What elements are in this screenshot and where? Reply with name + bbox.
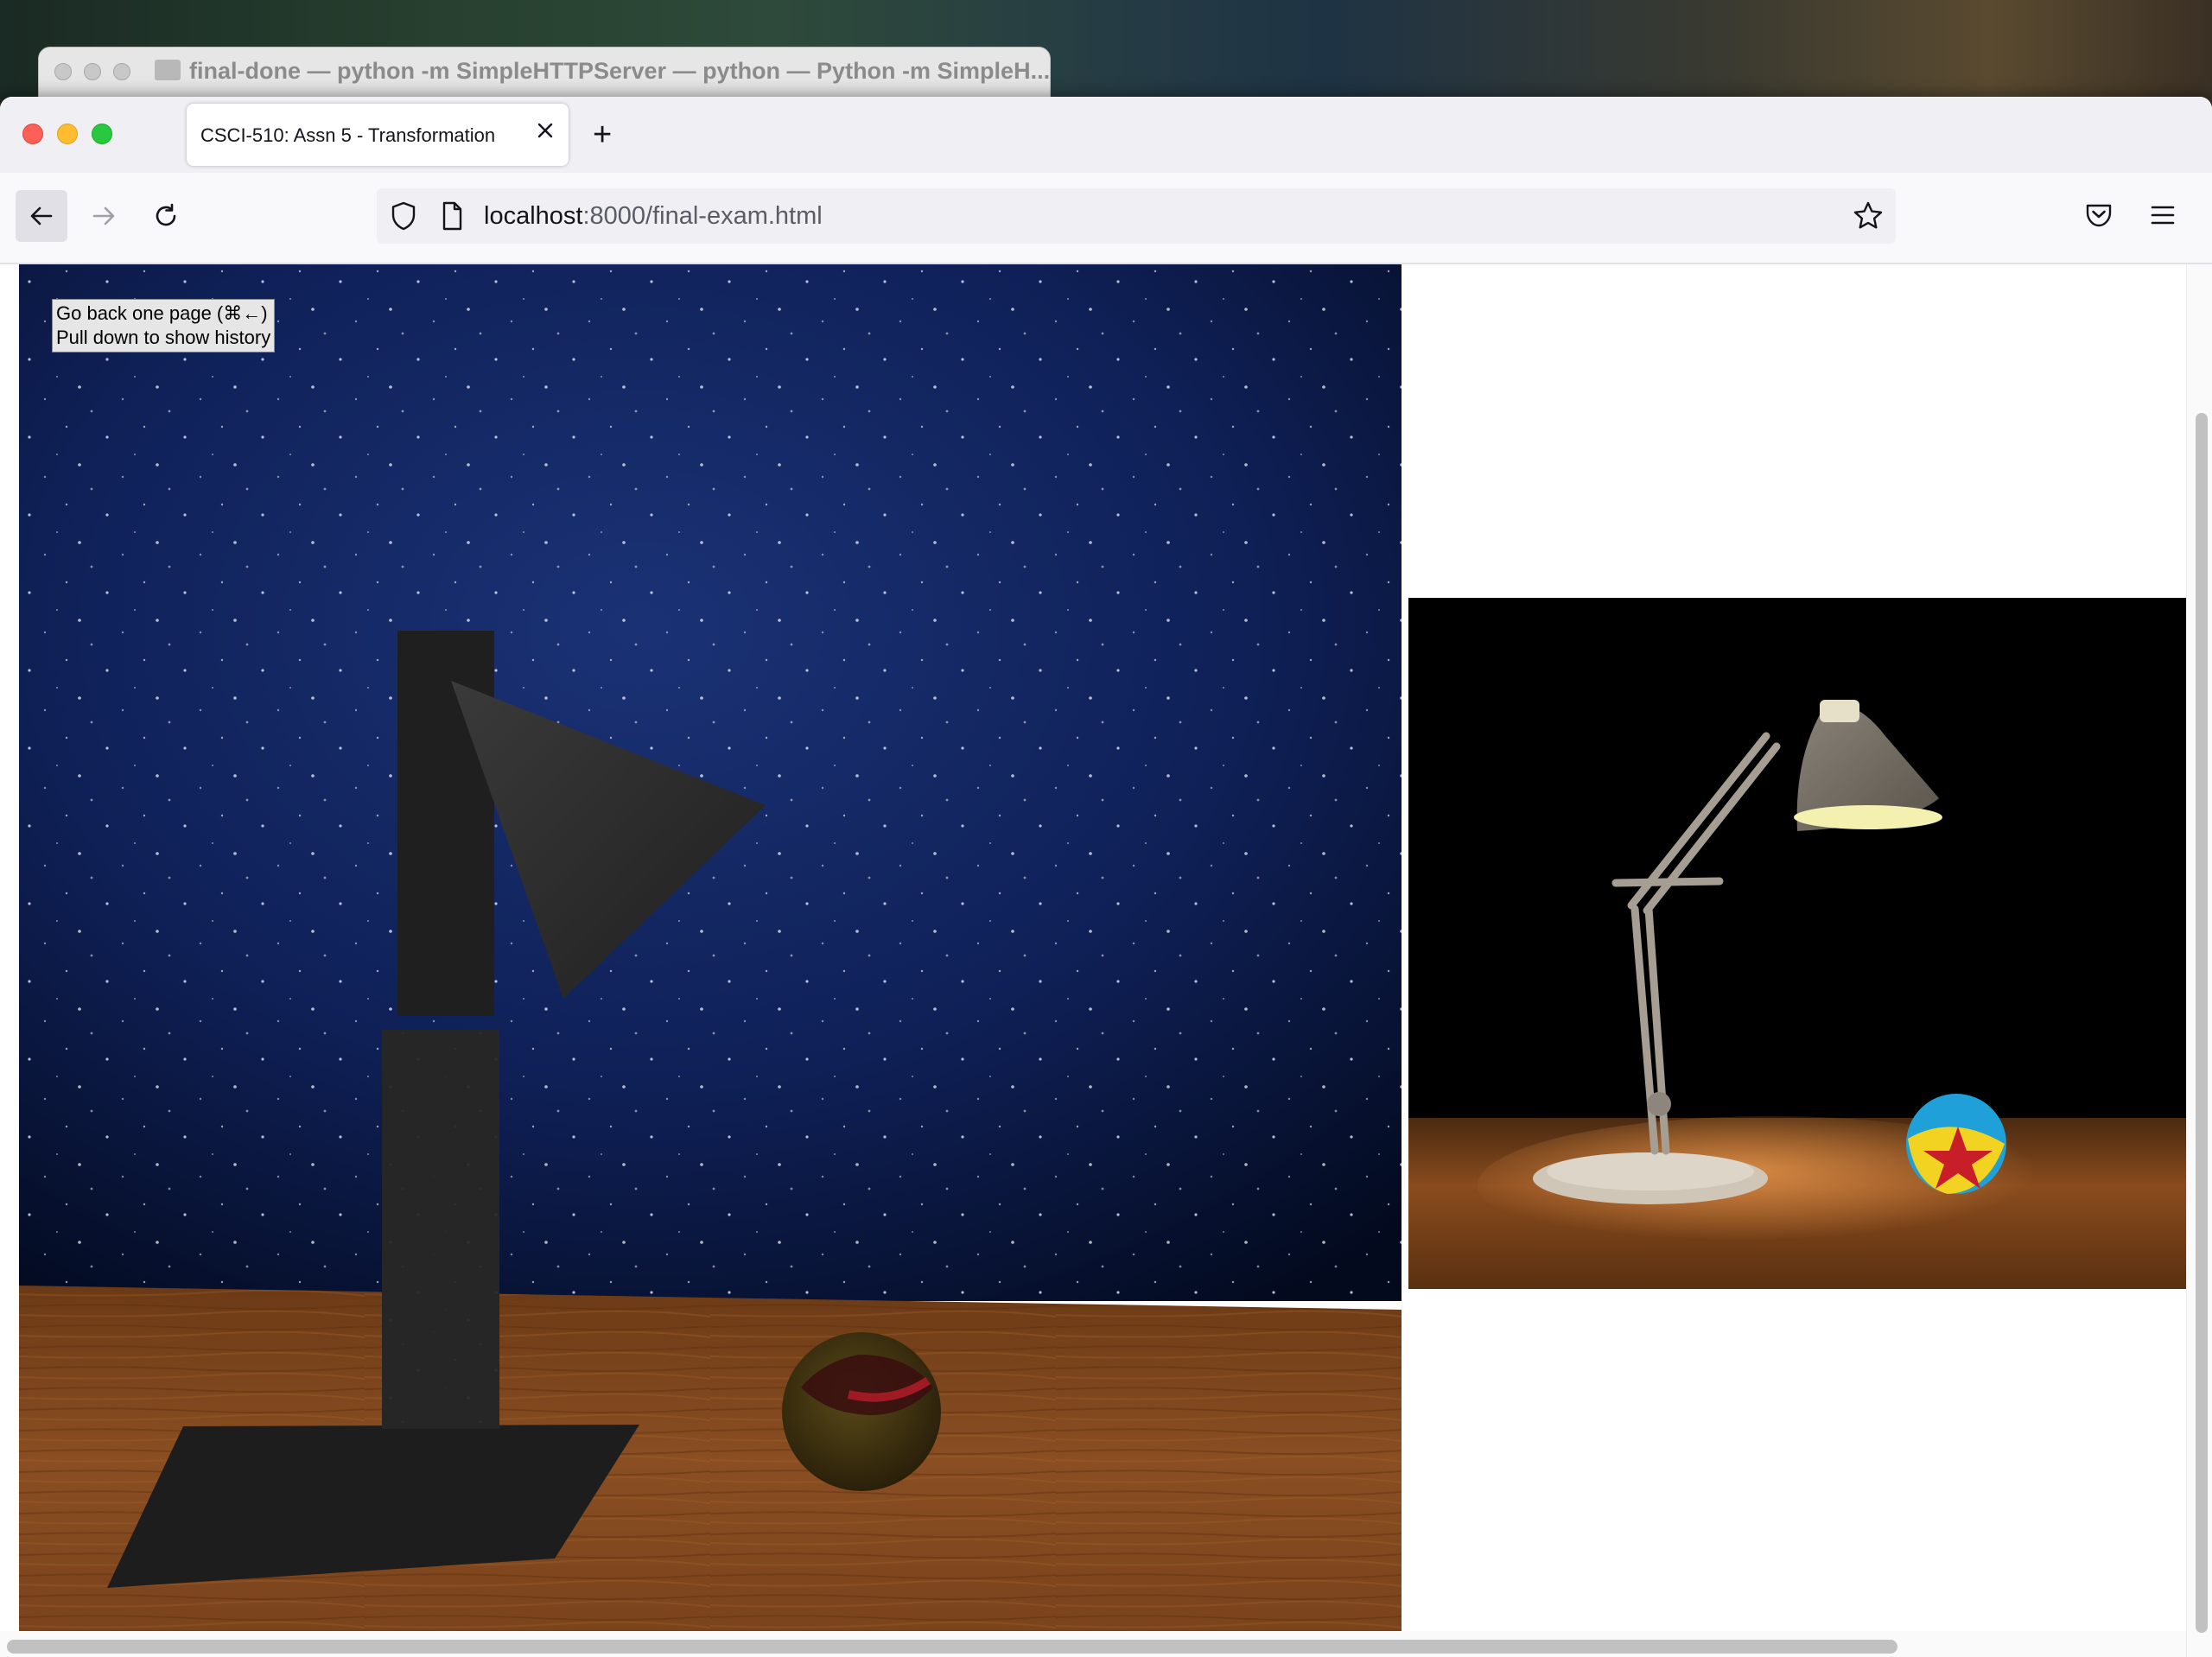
page-content: Go back one page (⌘←) Pull down to show … [0, 264, 2212, 1657]
pocket-icon[interactable] [2084, 200, 2113, 230]
minimize-window-button[interactable] [57, 124, 78, 144]
new-tab-button[interactable]: + [593, 118, 612, 151]
terminal-minimize-button[interactable] [84, 63, 101, 80]
terminal-title: final-done — python -m SimpleHTTPServer … [189, 58, 1051, 84]
close-tab-icon[interactable] [536, 121, 555, 140]
folder-icon [155, 60, 181, 80]
back-arrow-icon [30, 206, 53, 225]
tab-title: CSCI-510: Assn 5 - Transformation [200, 124, 496, 146]
browser-window: CSCI-510: Assn 5 - Transformation + loca… [0, 97, 2212, 1657]
horizontal-scrollbar[interactable] [0, 1631, 2186, 1657]
window-controls [22, 124, 112, 144]
url-text[interactable]: localhost:8000/final-exam.html [484, 202, 823, 231]
reference-image [1408, 598, 2186, 1289]
webgl-render-canvas[interactable]: Go back one page (⌘←) Pull down to show … [19, 264, 1402, 1635]
terminal-close-button[interactable] [54, 63, 72, 80]
vertical-scroll-thumb[interactable] [2196, 413, 2208, 1633]
close-window-button[interactable] [22, 124, 43, 144]
page-icon[interactable] [439, 200, 465, 232]
lamp-upper-arm [397, 631, 494, 1016]
terminal-window-controls[interactable] [54, 63, 130, 80]
back-button[interactable] [16, 190, 67, 242]
terminal-zoom-button[interactable] [113, 63, 130, 80]
shield-icon[interactable] [389, 200, 418, 232]
forward-arrow-icon [92, 206, 115, 225]
url-bar[interactable]: localhost:8000/final-exam.html [377, 188, 1896, 244]
back-button-tooltip: Go back one page (⌘←) Pull down to show … [52, 299, 276, 352]
url-host: localhost [484, 202, 583, 230]
tooltip-line-1: Go back one page (⌘←) [56, 302, 268, 324]
hamburger-menu-icon[interactable] [2148, 200, 2177, 230]
lamp-bulb-glow [1794, 805, 1942, 829]
reload-button[interactable] [140, 190, 192, 242]
reference-background [1408, 598, 2186, 1118]
reload-icon [156, 203, 176, 226]
zoom-window-button[interactable] [92, 124, 112, 144]
url-path: :8000/final-exam.html [582, 202, 823, 230]
tab-active[interactable]: CSCI-510: Assn 5 - Transformation [187, 104, 569, 166]
star-icon[interactable] [1853, 200, 1884, 232]
horizontal-scroll-thumb[interactable] [7, 1640, 1897, 1654]
vertical-scrollbar[interactable] [2186, 264, 2212, 1657]
forward-button[interactable] [78, 190, 130, 242]
navigation-toolbar: localhost:8000/final-exam.html [0, 173, 2212, 264]
tooltip-line-2: Pull down to show history [56, 327, 271, 348]
tab-strip: CSCI-510: Assn 5 - Transformation + [0, 97, 2212, 173]
